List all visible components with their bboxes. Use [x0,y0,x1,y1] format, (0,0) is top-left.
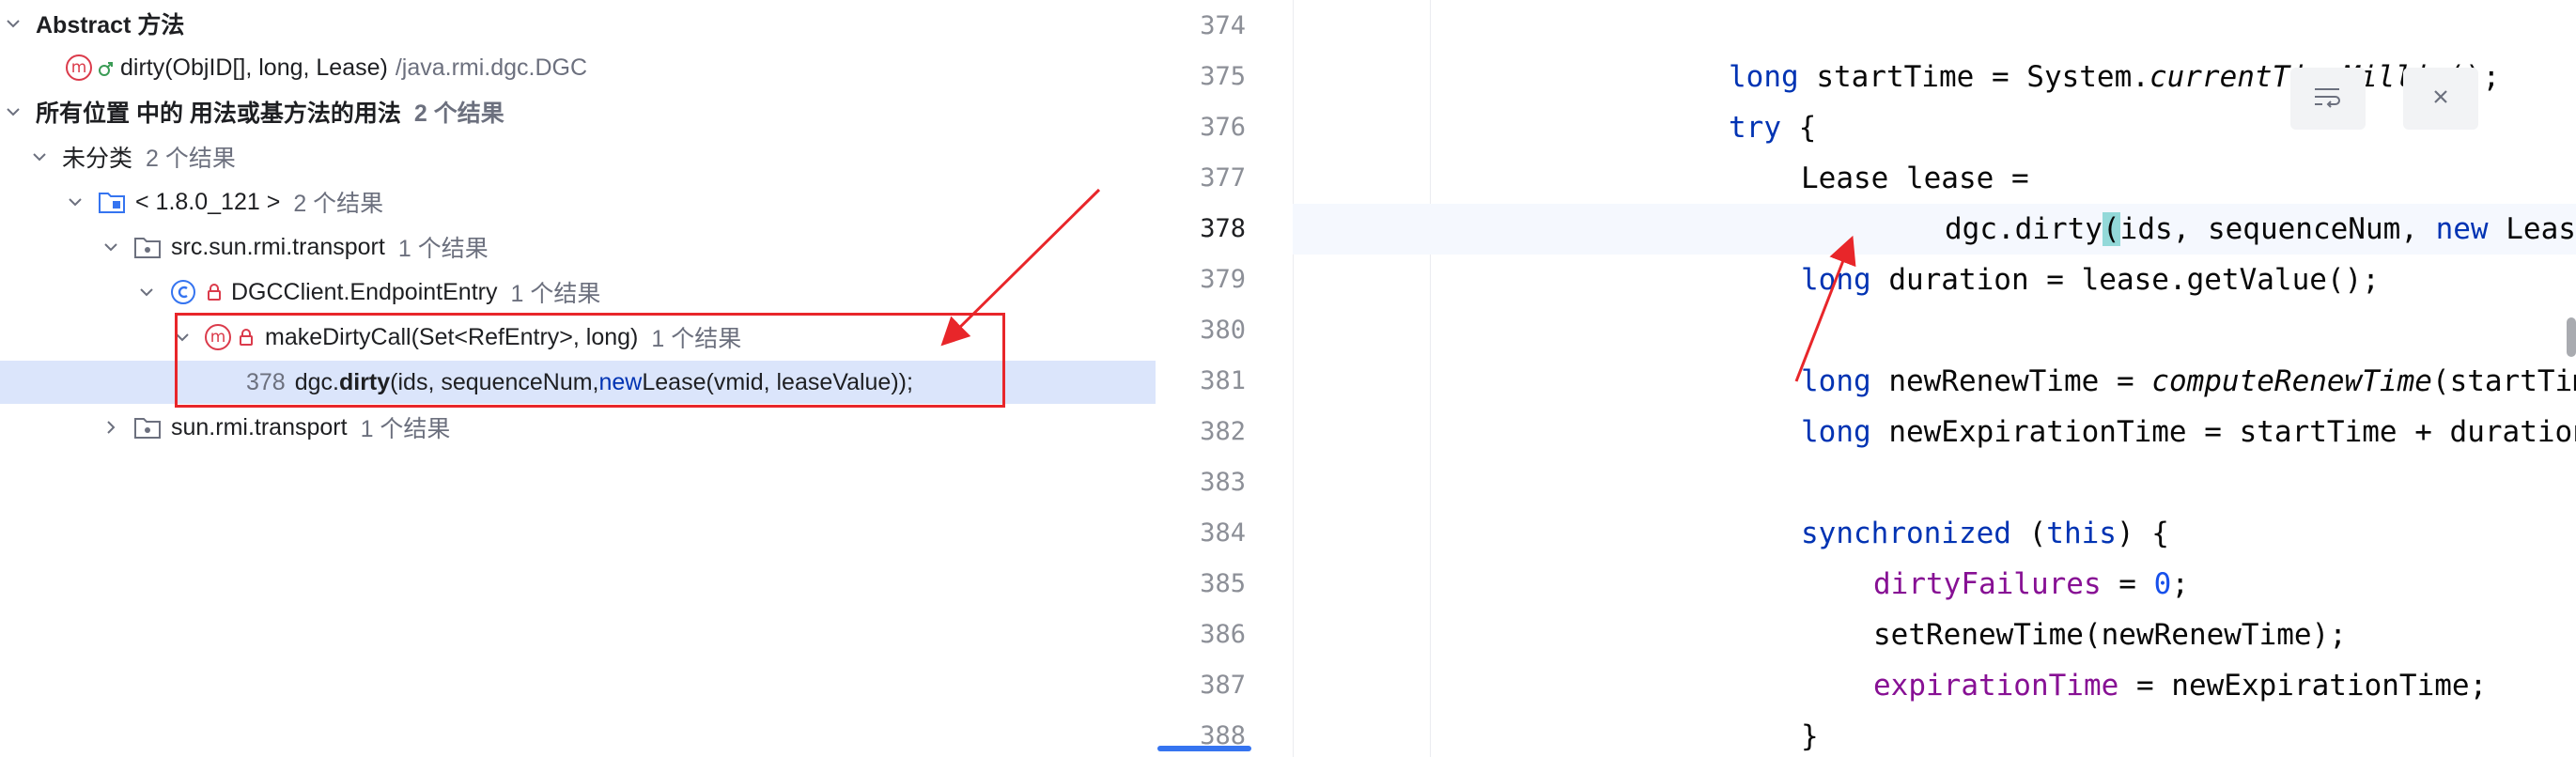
package2-label: sun.rmi.transport [171,413,348,440]
line-number: 376 [1200,113,1246,142]
usages-panel: Abstract 方法 m dirty(ObjID[], long, Lease… [0,0,1156,757]
chevron-down-icon[interactable] [0,107,26,116]
tree-node-all-places[interactable]: 所有位置 中的 用法或基方法的用法 2 个结果 [0,90,1135,133]
line-number: 375 [1200,62,1246,91]
code-line-379[interactable]: long duration = lease.getValue(); [1293,255,2576,305]
code-line-382[interactable]: long newExpirationTime = startTime + dur… [1293,407,2576,457]
code-line-378[interactable]: dgc.dirty(ids, sequenceNum, new Lease(vm… [1293,204,2576,255]
chevron-down-icon[interactable] [169,332,195,342]
line-number: 383 [1200,468,1246,497]
class1-label: DGCClient.EndpointEntry [231,278,498,305]
horizontal-scrollbar[interactable] [1157,746,1251,751]
line-number: 386 [1200,620,1246,649]
code-editor[interactable]: long startTime = System.currentTimeMilli… [1157,0,2576,757]
close-icon [2431,87,2450,111]
folder-icon [133,235,162,259]
usage-line-new: new [598,368,643,395]
tree-node-abstract[interactable]: Abstract 方法 [0,2,1135,45]
code-line-375[interactable]: long startTime = System.currentTimeMilli… [1293,52,2576,102]
code-line-381[interactable]: long newRenewTime = computeRenewTime(sta… [1293,356,2576,407]
code-line-388[interactable]: } [1293,711,2576,757]
class1-count: 1 个结果 [510,281,601,307]
line-number: 382 [1200,417,1246,446]
all-places-count: 2 个结果 [413,100,504,127]
jdk-label: < 1.8.0_121 > [135,188,281,215]
chevron-down-icon[interactable] [26,152,53,162]
close-button[interactable] [2403,68,2478,130]
jdk-count: 2 个结果 [293,191,384,217]
tree-node-package-src[interactable]: src.sun.rmi.transport 1 个结果 [0,225,1156,269]
tree-node-class[interactable]: DGCClient.EndpointEntry 1 个结果 [0,270,1156,314]
line-number: 374 [1200,11,1246,40]
line-number: 378 [1200,214,1246,243]
method1-label: makeDirtyCall(Set<RefEntry>, long) [265,323,639,350]
tree-node-jdk[interactable]: < 1.8.0_121 > 2 个结果 [0,180,1156,224]
implements-icon [98,58,115,77]
uncategorized-label: 未分类 [62,146,133,172]
abstract-header: Abstract 方法 [36,12,185,39]
all-places-label: 所有位置 中的 用法或基方法的用法 [36,100,401,127]
library-folder-icon [98,190,126,214]
method1-count: 1 个结果 [651,326,742,352]
line-number: 385 [1200,569,1246,598]
folder-icon [133,415,162,440]
method-icon: m [205,324,231,350]
usage-line-prefix: dgc. [294,368,339,395]
method-icon: m [66,54,92,81]
line-number: 381 [1200,366,1246,395]
soft-wrap-button[interactable] [2290,68,2366,130]
tree-node-uncategorized[interactable]: 未分类 2 个结果 [0,135,1156,178]
line-number: 384 [1200,518,1246,548]
chevron-down-icon[interactable] [98,242,124,252]
lock-icon [207,283,222,301]
code-line-387[interactable]: expirationTime = newExpirationTime; [1293,660,2576,711]
code-line-385[interactable]: dirtyFailures = 0; [1293,559,2576,610]
abstract-dirty-label: dirty(ObjID[], long, Lease) [120,54,388,81]
line-number: 379 [1200,265,1246,294]
chevron-down-icon[interactable] [62,197,88,207]
chevron-down-icon[interactable] [133,287,160,297]
usage-line-rest: Lease(vmid, leaseValue)); [642,368,913,395]
line-number: 387 [1200,671,1246,700]
usage-line-args: (ids, sequenceNum, [390,368,599,395]
usage-line-number: 378 [246,368,286,395]
tree-node-method[interactable]: m makeDirtyCall(Set<RefEntry>, long) 1 个… [0,316,1156,359]
code-line-384[interactable]: synchronized (this) { [1293,508,2576,559]
code-line-376[interactable]: try { [1293,102,2576,153]
usage-line-row[interactable]: 378 dgc. dirty (ids, sequenceNum, new Leas… [0,361,1156,404]
lock-icon [239,328,254,347]
code-line-377[interactable]: Lease lease = [1293,153,2576,204]
package2-count: 1 个结果 [360,416,451,442]
tree-node-abstract-dirty[interactable]: m dirty(ObjID[], long, Lease) /java.rmi.… [0,46,1156,89]
class-icon [169,278,197,306]
soft-wrap-icon [2313,85,2343,113]
vertical-scrollbar[interactable] [2567,317,2576,357]
code-line-386[interactable]: setRenewTime(newRenewTime); [1293,610,2576,660]
package1-count: 1 个结果 [397,236,489,262]
chevron-right-icon[interactable] [98,420,124,435]
uncategorized-count: 2 个结果 [146,146,236,172]
package1-label: src.sun.rmi.transport [171,233,385,260]
line-number: 377 [1200,163,1246,193]
line-number: 380 [1200,316,1246,345]
tree-node-package-sun[interactable]: sun.rmi.transport 1 个结果 [0,406,1156,449]
usage-line-method: dirty [338,368,391,395]
abstract-dirty-location: /java.rmi.dgc.DGC [395,54,588,81]
chevron-down-icon[interactable] [0,19,26,28]
